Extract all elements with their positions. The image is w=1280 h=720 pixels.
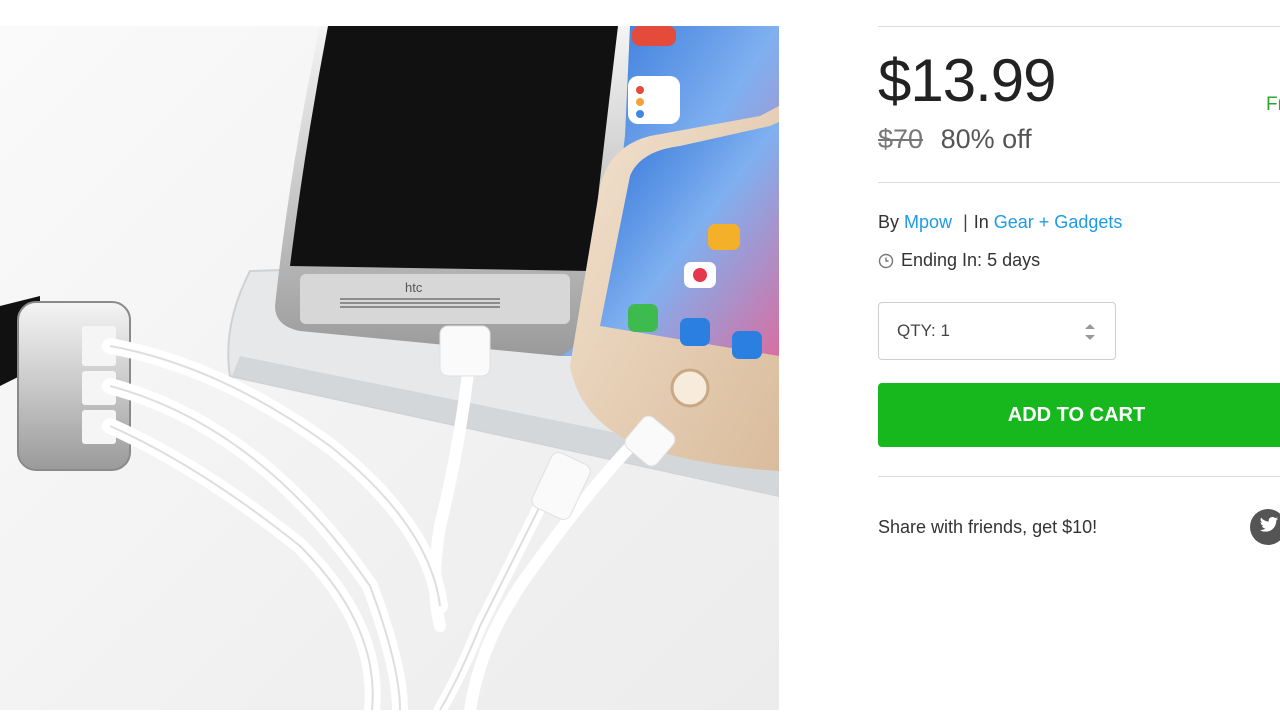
clock-icon [878,253,894,269]
byline: By Mpow | In Gear + Gadgets [878,212,1122,233]
free-shipping-label: Fr [1266,94,1280,115]
phone-brand-text: htc [405,280,423,295]
ending-text: Ending In: 5 days [901,250,1041,270]
price-comparison: $70 80% off [878,124,1032,155]
product-info-panel: $13.99 Fr $70 80% off By Mpow |In Gear +… [878,0,1280,720]
category-link[interactable]: Gear + Gadgets [994,212,1123,232]
quantity-select[interactable]: QTY: 1 [878,302,1116,360]
discount-label: 80% off [940,124,1032,154]
middle-divider [878,182,1280,183]
ending-info: Ending In: 5 days [878,250,1040,271]
quantity-label: QTY: 1 [897,321,950,340]
bottom-divider [878,476,1280,477]
byline-separator: | [963,212,968,232]
original-price: $70 [878,124,924,154]
vendor-link[interactable]: Mpow [904,212,952,232]
share-promo-text: Share with friends, get $10! [878,517,1098,537]
sale-price: $13.99 [878,47,1057,114]
top-divider [878,26,1280,27]
in-label: In [973,212,989,232]
deal-page: htc $13.99 F $70 80% off By Mpow | In Ge… [0,0,1280,720]
select-arrows-icon [1084,321,1096,343]
twitter-icon [1259,516,1279,539]
product-photo-illustration: htc [0,26,779,710]
by-label: By [878,212,900,232]
add-to-cart-button[interactable]: ADD TO CART [878,383,1280,447]
twitter-share-button[interactable] [1250,509,1280,545]
product-image: htc [0,26,779,710]
